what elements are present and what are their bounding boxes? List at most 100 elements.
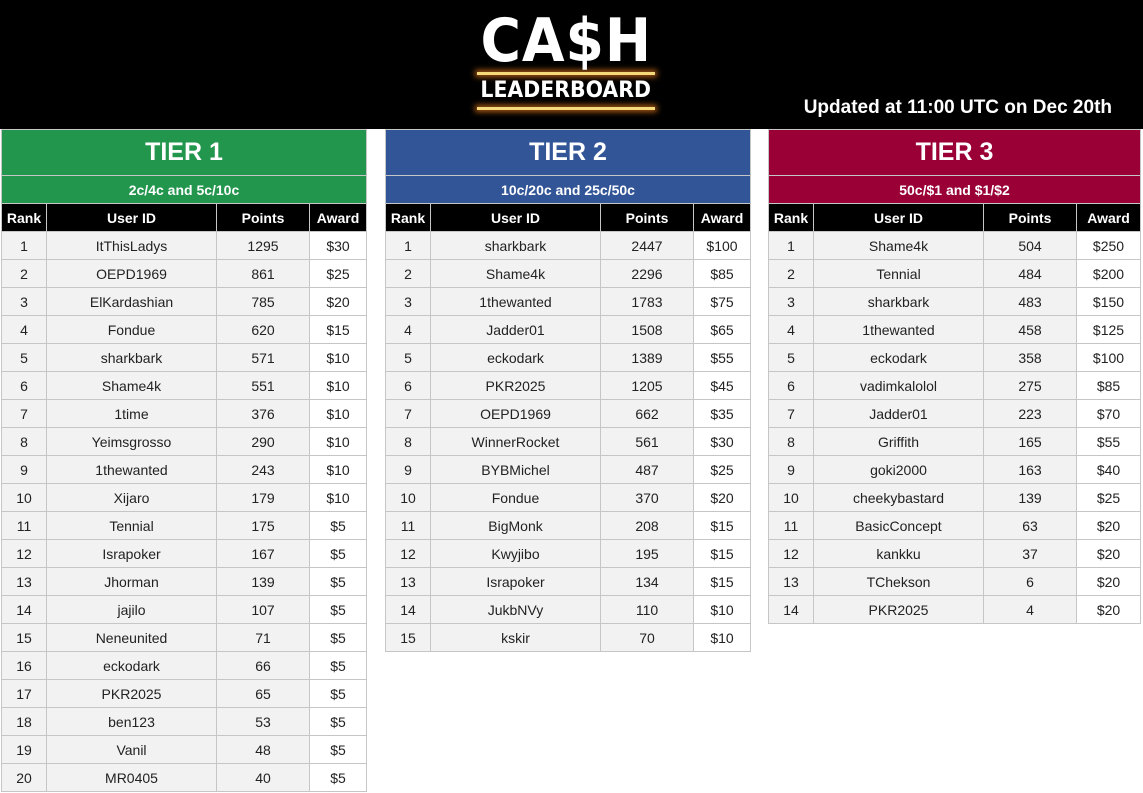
- user-id-cell: Griffith: [813, 427, 984, 456]
- tier-stakes: 50c/$1 and $1/$2: [768, 175, 1141, 204]
- rank-cell: 18: [1, 707, 47, 736]
- user-id-cell: sharkbark: [430, 231, 601, 260]
- user-id-cell: Shame4k: [430, 259, 601, 288]
- points-cell: 1389: [600, 343, 694, 372]
- award-cell: $25: [1076, 483, 1141, 512]
- rank-cell: 5: [1, 343, 47, 372]
- user-id-cell: Israpoker: [46, 539, 217, 568]
- table-row: 15 kskir 70 $10: [385, 623, 751, 652]
- points-cell: 70: [600, 623, 694, 652]
- table-row: 10 cheekybastard 139 $25: [768, 483, 1141, 512]
- points-cell: 165: [983, 427, 1077, 456]
- user-id-cell: ElKardashian: [46, 287, 217, 316]
- points-cell: 358: [983, 343, 1077, 372]
- award-cell: $20: [1076, 567, 1141, 596]
- table-row: 11 BigMonk 208 $15: [385, 511, 751, 540]
- rank-cell: 11: [385, 511, 431, 540]
- award-cell: $10: [309, 455, 367, 484]
- table-row: 4 1thewanted 458 $125: [768, 315, 1141, 344]
- points-cell: 662: [600, 399, 694, 428]
- award-cell: $30: [693, 427, 751, 456]
- user-id-cell: eckodark: [813, 343, 984, 372]
- updated-timestamp: Updated at 11:00 UTC on Dec 20th: [803, 97, 1112, 118]
- award-cell: $125: [1076, 315, 1141, 344]
- rank-cell: 11: [1, 511, 47, 540]
- table-row: 7 OEPD1969 662 $35: [385, 399, 751, 428]
- user-id-cell: Neneunited: [46, 623, 217, 652]
- award-cell: $85: [1076, 371, 1141, 400]
- table-row: 4 Jadder01 1508 $65: [385, 315, 751, 344]
- table-row: 17 PKR2025 65 $5: [1, 679, 367, 708]
- user-id-cell: JukbNVy: [430, 595, 601, 624]
- award-cell: $5: [309, 679, 367, 708]
- award-cell: $35: [693, 399, 751, 428]
- points-cell: 139: [983, 483, 1077, 512]
- user-id-cell: Vanil: [46, 735, 217, 764]
- table-row: 8 WinnerRocket 561 $30: [385, 427, 751, 456]
- rank-cell: 12: [385, 539, 431, 568]
- award-cell: $30: [309, 231, 367, 260]
- points-cell: 561: [600, 427, 694, 456]
- points-cell: 63: [983, 511, 1077, 540]
- points-cell: 139: [216, 567, 310, 596]
- user-id-cell: ItThisLadys: [46, 231, 217, 260]
- table-row: 4 Fondue 620 $15: [1, 315, 367, 344]
- user-id-cell: WinnerRocket: [430, 427, 601, 456]
- user-id-cell: sharkbark: [813, 287, 984, 316]
- points-cell: 53: [216, 707, 310, 736]
- user-id-cell: 1thewanted: [813, 315, 984, 344]
- points-cell: 37: [983, 539, 1077, 568]
- user-id-cell: kskir: [430, 623, 601, 652]
- points-cell: 484: [983, 259, 1077, 288]
- points-cell: 195: [600, 539, 694, 568]
- points-cell: 620: [216, 315, 310, 344]
- award-cell: $15: [693, 567, 751, 596]
- award-cell: $10: [309, 399, 367, 428]
- tier-title: TIER 2: [385, 129, 751, 176]
- user-id-cell: Jhorman: [46, 567, 217, 596]
- rank-cell: 5: [768, 343, 814, 372]
- user-id-cell: Tennial: [813, 259, 984, 288]
- award-cell: $5: [309, 763, 367, 792]
- rank-cell: 13: [385, 567, 431, 596]
- table-row: 9 1thewanted 243 $10: [1, 455, 367, 484]
- rank-cell: 9: [1, 455, 47, 484]
- table-row: 9 BYBMichel 487 $25: [385, 455, 751, 484]
- award-cell: $70: [1076, 399, 1141, 428]
- award-cell: $85: [693, 259, 751, 288]
- points-cell: 48: [216, 735, 310, 764]
- points-cell: 175: [216, 511, 310, 540]
- table-row: 9 goki2000 163 $40: [768, 455, 1141, 484]
- award-cell: $10: [309, 483, 367, 512]
- user-id-cell: cheekybastard: [813, 483, 984, 512]
- rank-cell: 13: [768, 567, 814, 596]
- table-row: 15 Neneunited 71 $5: [1, 623, 367, 652]
- points-cell: 243: [216, 455, 310, 484]
- points-cell: 71: [216, 623, 310, 652]
- award-cell: $150: [1076, 287, 1141, 316]
- rank-cell: 6: [768, 371, 814, 400]
- table-row: 20 MR0405 40 $5: [1, 763, 367, 792]
- table-row: 8 Yeimsgrosso 290 $10: [1, 427, 367, 456]
- points-cell: 376: [216, 399, 310, 428]
- user-id-cell: PKR2025: [813, 595, 984, 624]
- rank-cell: 11: [768, 511, 814, 540]
- points-cell: 290: [216, 427, 310, 456]
- rank-cell: 17: [1, 679, 47, 708]
- award-cell: $5: [309, 735, 367, 764]
- points-cell: 483: [983, 287, 1077, 316]
- tier-1-table: TIER 1 2c/4c and 5c/10c Rank User ID Points A…: [1, 129, 367, 792]
- rank-cell: 2: [768, 259, 814, 288]
- award-cell: $100: [693, 231, 751, 260]
- user-id-cell: eckodark: [430, 343, 601, 372]
- user-id-cell: vadimkalolol: [813, 371, 984, 400]
- rank-cell: 19: [1, 735, 47, 764]
- points-cell: 458: [983, 315, 1077, 344]
- points-cell: 1205: [600, 371, 694, 400]
- points-cell: 1508: [600, 315, 694, 344]
- user-id-cell: Kwyjibo: [430, 539, 601, 568]
- award-cell: $5: [309, 567, 367, 596]
- points-header: Points: [600, 203, 694, 232]
- rank-cell: 3: [1, 287, 47, 316]
- table-row: 7 Jadder01 223 $70: [768, 399, 1141, 428]
